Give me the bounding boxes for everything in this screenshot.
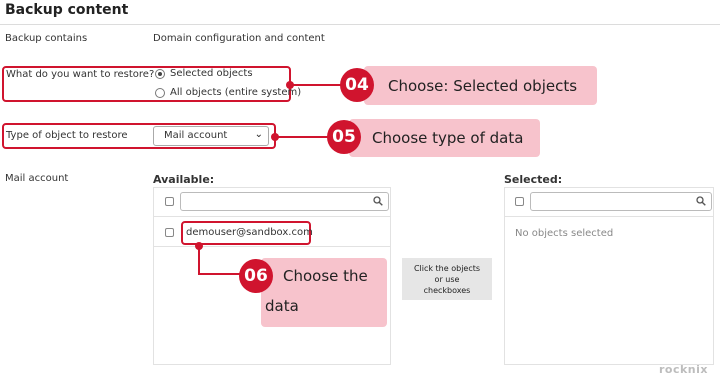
callout-05-text: Choose type of data bbox=[372, 129, 524, 147]
available-select-all-checkbox[interactable] bbox=[165, 197, 174, 206]
selected-panel bbox=[504, 187, 714, 365]
header-divider bbox=[0, 24, 720, 25]
chevron-down-icon: ⌄ bbox=[254, 129, 263, 140]
watermark-logo: rocknix bbox=[658, 363, 708, 376]
callout-06-text-line1: Choose the bbox=[283, 267, 368, 285]
radio-button-checked[interactable] bbox=[155, 68, 165, 79]
move-button-line3: checkboxes bbox=[423, 285, 471, 295]
selected-header: Selected: bbox=[504, 173, 563, 186]
callout-04-badge: 04 bbox=[340, 68, 374, 102]
mail-account-label: Mail account bbox=[5, 173, 69, 184]
move-objects-button[interactable]: Click the objects or use checkboxes bbox=[402, 258, 492, 300]
available-item-label[interactable]: demouser@sandbox.com bbox=[186, 227, 313, 238]
callout-06-box: Choose the data bbox=[261, 258, 387, 327]
available-panel-divider bbox=[153, 216, 391, 217]
callout-06-line-vertical bbox=[198, 245, 200, 275]
selected-panel-divider bbox=[504, 216, 714, 217]
callout-05-box: Choose type of data bbox=[349, 119, 540, 157]
available-item-checkbox[interactable] bbox=[165, 228, 174, 237]
object-type-select[interactable]: Mail account ⌄ bbox=[153, 126, 269, 146]
page-title: Backup content bbox=[5, 2, 129, 18]
available-search-input[interactable] bbox=[180, 192, 389, 211]
radio-all-objects[interactable]: All objects (entire system) bbox=[155, 87, 301, 98]
search-icon[interactable] bbox=[696, 196, 706, 206]
backup-contains-value: Domain configuration and content bbox=[153, 33, 325, 44]
backup-contains-label: Backup contains bbox=[5, 33, 88, 44]
callout-05-line bbox=[275, 136, 330, 138]
available-row-divider bbox=[153, 246, 391, 247]
move-button-line1: Click the objects bbox=[413, 263, 481, 273]
move-button-line2: or use bbox=[434, 274, 460, 284]
callout-06-line-horizontal bbox=[198, 273, 242, 275]
radio-selected-objects-label: Selected objects bbox=[170, 68, 253, 79]
callout-06-badge: 06 bbox=[239, 259, 273, 293]
callout-04-text: Choose: Selected objects bbox=[388, 76, 578, 95]
radio-button-unchecked[interactable] bbox=[155, 87, 165, 98]
selected-search-input[interactable] bbox=[530, 192, 712, 211]
search-icon[interactable] bbox=[373, 196, 383, 206]
radio-all-objects-label: All objects (entire system) bbox=[170, 87, 302, 98]
object-type-label: Type of object to restore bbox=[6, 130, 128, 141]
radio-selected-objects[interactable]: Selected objects bbox=[155, 68, 253, 79]
callout-04-box: Choose: Selected objects bbox=[364, 66, 597, 105]
available-header: Available: bbox=[153, 173, 215, 186]
selected-empty-text: No objects selected bbox=[515, 228, 614, 239]
callout-06-text-line2: data bbox=[265, 297, 299, 315]
callout-05-badge: 05 bbox=[327, 120, 361, 154]
callout-04-line bbox=[290, 84, 342, 86]
object-type-select-value: Mail account bbox=[164, 130, 228, 141]
restore-question-label: What do you want to restore? bbox=[6, 69, 155, 80]
selected-select-all-checkbox[interactable] bbox=[515, 197, 524, 206]
